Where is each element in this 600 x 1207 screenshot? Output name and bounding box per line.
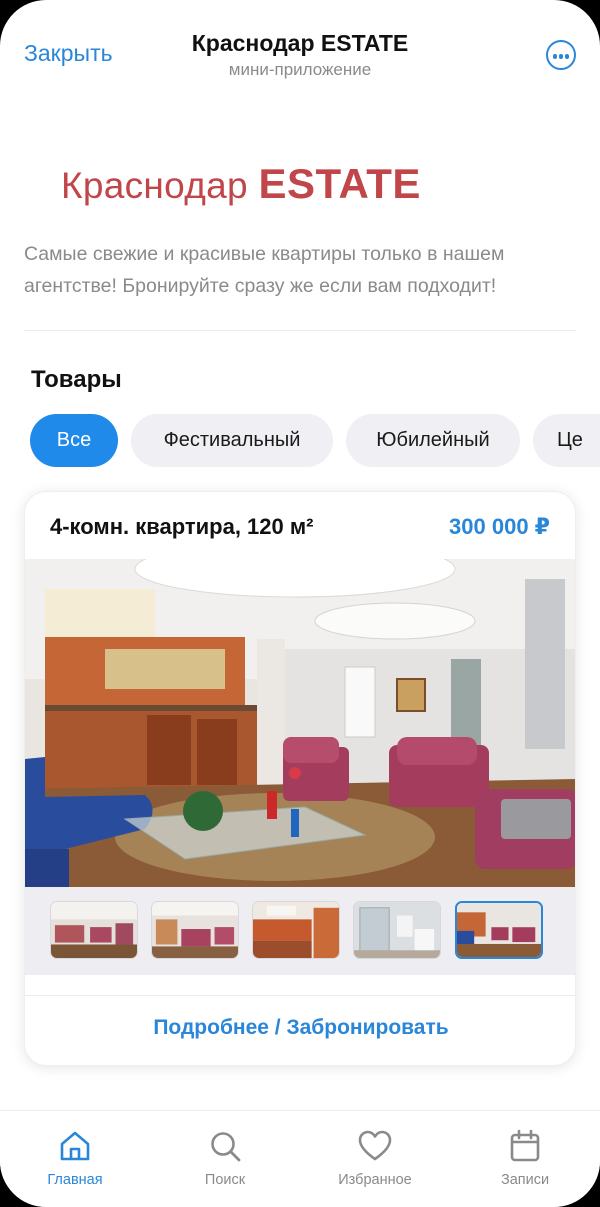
mini-app-screen: Закрыть Краснодар ESTATE мини-приложение… [0,0,600,1207]
tab-home-label: Главная [47,1172,103,1188]
thumbnail-strip [25,887,575,975]
calendar-icon [510,1129,540,1162]
details-book-button[interactable]: Подробнее / Забронировать [25,1016,575,1040]
tab-search[interactable]: Поиск [170,1129,280,1188]
listing-card[interactable]: 4-комн. квартира, 120 м² 300 000 ₽ Подро… [24,491,576,1066]
chip-all[interactable]: Все [30,414,118,467]
thumbnail-3[interactable] [252,901,340,959]
tab-bookings[interactable]: Записи [470,1129,580,1188]
thumbnail-1[interactable] [50,901,138,959]
listing-price: 300 000 ₽ [449,514,550,539]
filter-chips: Все Фестивальный Юбилейный Це [0,414,600,468]
thumbnail-5[interactable] [455,901,543,959]
header-title: Краснодар ESTATE [191,30,409,56]
bottom-tab-bar: Главная Поиск Избранное Записи [0,1110,600,1207]
chip-center[interactable]: Це [533,414,600,467]
tab-search-label: Поиск [204,1172,246,1188]
chip-yubileyny[interactable]: Юбилейный [346,414,520,467]
home-icon [60,1131,90,1161]
tab-favorites-label: Избранное [338,1172,412,1188]
listing-title: 4-комн. квартира, 120 м² [50,514,314,539]
tab-bookings-label: Записи [500,1172,550,1188]
search-icon [211,1132,241,1162]
ellipsis-circle-icon[interactable] [546,40,576,70]
app-header: Закрыть Краснодар ESTATE мини-приложение [0,0,600,90]
header-subtitle: мини-приложение [228,60,372,79]
products-title: Товары [31,366,122,393]
heart-icon [358,1130,392,1161]
listing-main-photo[interactable] [25,559,576,887]
agency-description: Самые свежие и красивые квартиры только … [24,243,505,297]
thumbnail-2[interactable] [151,901,239,959]
tab-favorites[interactable]: Избранное [320,1129,430,1188]
thumbnail-4[interactable] [353,901,441,959]
brand-logo: Краснодар ESTATE [61,160,421,208]
divider [24,330,576,331]
brand-city: Краснодар [61,165,248,206]
tab-home[interactable]: Главная [20,1129,130,1188]
brand-name: ESTATE [258,160,421,207]
card-divider [25,995,575,996]
chip-festivalny[interactable]: Фестивальный [131,414,333,467]
